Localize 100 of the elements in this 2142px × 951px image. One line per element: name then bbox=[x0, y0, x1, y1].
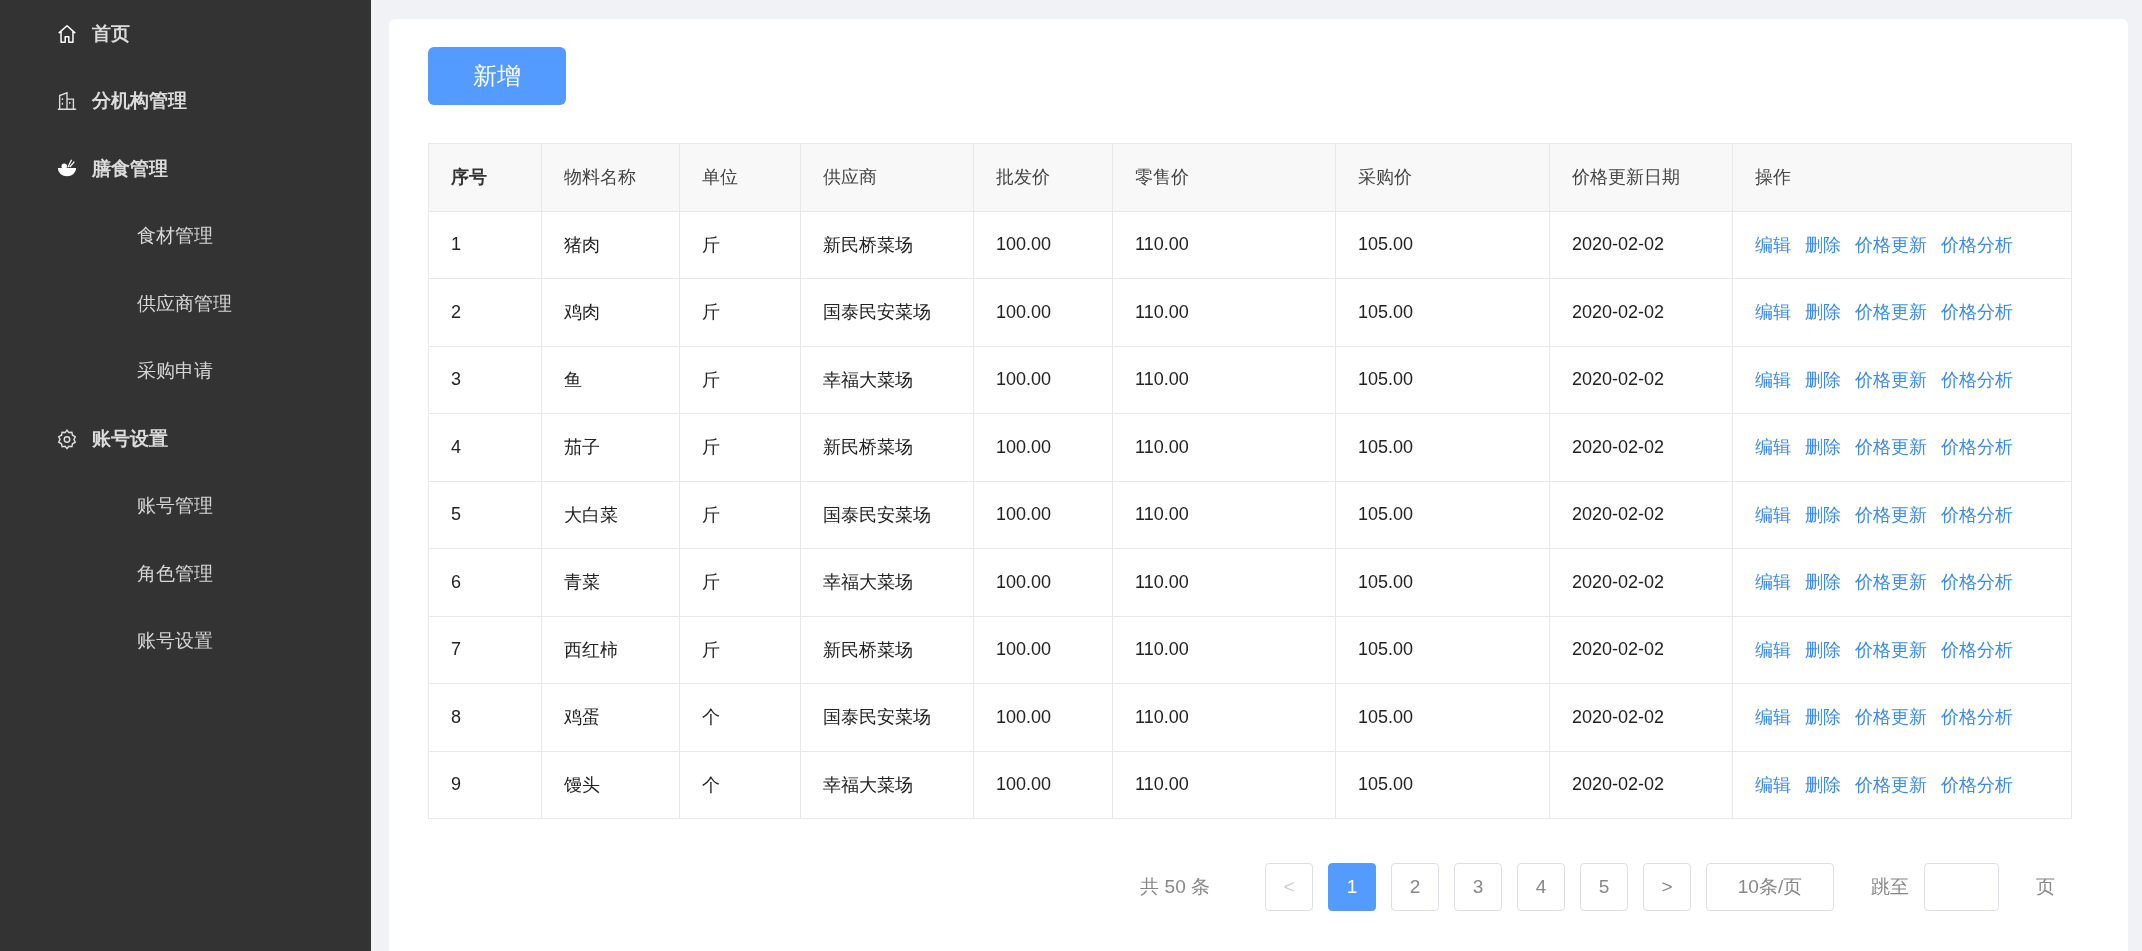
action-link[interactable]: 编辑 bbox=[1755, 367, 1791, 392]
table-cell: 个 bbox=[679, 751, 801, 819]
action-link[interactable]: 价格分析 bbox=[1941, 232, 2013, 257]
table-cell: 110.00 bbox=[1112, 211, 1336, 279]
sidebar-subitem[interactable]: 采购申请 bbox=[0, 337, 371, 405]
action-link[interactable]: 价格更新 bbox=[1855, 570, 1927, 595]
building-icon bbox=[56, 90, 78, 113]
page-button[interactable]: 2 bbox=[1391, 863, 1439, 911]
table-cell: 斤 bbox=[679, 346, 801, 414]
table-cell: 100.00 bbox=[973, 278, 1113, 346]
column-header: 采购价 bbox=[1335, 143, 1550, 211]
page-jump-input[interactable] bbox=[1924, 863, 1999, 911]
sidebar-item[interactable]: 分机构管理 bbox=[0, 67, 371, 135]
jump-label: 跳至 bbox=[1871, 875, 1909, 899]
action-link[interactable]: 编辑 bbox=[1755, 502, 1791, 527]
column-header: 供应商 bbox=[800, 143, 974, 211]
sidebar-subitem[interactable]: 食材管理 bbox=[0, 202, 371, 270]
action-link[interactable]: 删除 bbox=[1805, 502, 1841, 527]
table-cell: 个 bbox=[679, 683, 801, 751]
action-link[interactable]: 价格更新 bbox=[1855, 367, 1927, 392]
action-link[interactable]: 删除 bbox=[1805, 637, 1841, 662]
next-page-button[interactable]: > bbox=[1643, 863, 1691, 911]
table-cell: 幸福大菜场 bbox=[800, 346, 974, 414]
action-link[interactable]: 价格更新 bbox=[1855, 772, 1927, 797]
page-size-select[interactable]: 10条/页 bbox=[1706, 863, 1834, 911]
page-button[interactable]: 1 bbox=[1328, 863, 1376, 911]
page-button[interactable]: 5 bbox=[1580, 863, 1628, 911]
table-cell: 斤 bbox=[679, 616, 801, 684]
sidebar-subitem[interactable]: 供应商管理 bbox=[0, 270, 371, 338]
table-cell: 105.00 bbox=[1335, 413, 1550, 481]
table-cell: 100.00 bbox=[973, 413, 1113, 481]
action-link[interactable]: 价格更新 bbox=[1855, 435, 1927, 460]
add-button[interactable]: 新增 bbox=[428, 47, 566, 105]
action-link[interactable]: 编辑 bbox=[1755, 435, 1791, 460]
action-link[interactable]: 价格分析 bbox=[1941, 367, 2013, 392]
table-cell: 100.00 bbox=[973, 346, 1113, 414]
action-link[interactable]: 删除 bbox=[1805, 772, 1841, 797]
table-cell: 大白菜 bbox=[541, 481, 680, 549]
table-cell: 鸡肉 bbox=[541, 278, 680, 346]
page-button[interactable]: 4 bbox=[1517, 863, 1565, 911]
action-link[interactable]: 价格分析 bbox=[1941, 570, 2013, 595]
table-cell: 国泰民安菜场 bbox=[800, 683, 974, 751]
table-cell: 2020-02-02 bbox=[1549, 683, 1733, 751]
action-link[interactable]: 价格分析 bbox=[1941, 435, 2013, 460]
action-link[interactable]: 删除 bbox=[1805, 300, 1841, 325]
table-cell: 110.00 bbox=[1112, 751, 1336, 819]
table-cell: 新民桥菜场 bbox=[800, 211, 974, 279]
action-link[interactable]: 价格分析 bbox=[1941, 637, 2013, 662]
action-link[interactable]: 价格更新 bbox=[1855, 300, 1927, 325]
action-link[interactable]: 编辑 bbox=[1755, 772, 1791, 797]
table-cell: 新民桥菜场 bbox=[800, 616, 974, 684]
action-link[interactable]: 删除 bbox=[1805, 367, 1841, 392]
action-link[interactable]: 价格更新 bbox=[1855, 637, 1927, 662]
table-cell: 2020-02-02 bbox=[1549, 413, 1733, 481]
table-cell: 馒头 bbox=[541, 751, 680, 819]
column-header: 操作 bbox=[1732, 143, 2072, 211]
sidebar-subitem[interactable]: 账号管理 bbox=[0, 472, 371, 540]
sidebar-item[interactable]: 首页 bbox=[0, 0, 371, 68]
table-cell: 105.00 bbox=[1335, 751, 1550, 819]
table-cell: 110.00 bbox=[1112, 278, 1336, 346]
sidebar-subitem[interactable]: 账号设置 bbox=[0, 607, 371, 675]
table-cell: 国泰民安菜场 bbox=[800, 481, 974, 549]
action-link[interactable]: 价格分析 bbox=[1941, 705, 2013, 730]
action-link[interactable]: 价格更新 bbox=[1855, 705, 1927, 730]
table-cell: 105.00 bbox=[1335, 211, 1550, 279]
page-suffix: 页 bbox=[2036, 875, 2055, 899]
table-cell: 110.00 bbox=[1112, 548, 1336, 616]
table-cell: 100.00 bbox=[973, 481, 1113, 549]
action-link[interactable]: 编辑 bbox=[1755, 705, 1791, 730]
table-cell: 110.00 bbox=[1112, 413, 1336, 481]
action-link[interactable]: 价格更新 bbox=[1855, 232, 1927, 257]
column-header: 物料名称 bbox=[541, 143, 680, 211]
table-cell: 1 bbox=[428, 211, 542, 279]
action-link[interactable]: 编辑 bbox=[1755, 637, 1791, 662]
table-cell: 6 bbox=[428, 548, 542, 616]
table-cell: 100.00 bbox=[973, 616, 1113, 684]
action-link[interactable]: 编辑 bbox=[1755, 570, 1791, 595]
action-link[interactable]: 删除 bbox=[1805, 705, 1841, 730]
table-cell: 2020-02-02 bbox=[1549, 346, 1733, 414]
table-cell: 7 bbox=[428, 616, 542, 684]
action-link[interactable]: 删除 bbox=[1805, 232, 1841, 257]
table-cell: 新民桥菜场 bbox=[800, 413, 974, 481]
action-link[interactable]: 价格分析 bbox=[1941, 300, 2013, 325]
action-link[interactable]: 价格更新 bbox=[1855, 502, 1927, 527]
page-button[interactable]: 3 bbox=[1454, 863, 1502, 911]
table-cell: 3 bbox=[428, 346, 542, 414]
sidebar-item[interactable]: 膳食管理 bbox=[0, 135, 371, 203]
table-cell: 2020-02-02 bbox=[1549, 751, 1733, 819]
table-cell: 2020-02-02 bbox=[1549, 481, 1733, 549]
sidebar-item[interactable]: 账号设置 bbox=[0, 405, 371, 473]
action-link[interactable]: 删除 bbox=[1805, 435, 1841, 460]
action-link[interactable]: 编辑 bbox=[1755, 300, 1791, 325]
home-icon bbox=[56, 22, 78, 45]
sidebar-subitem[interactable]: 角色管理 bbox=[0, 540, 371, 608]
action-link[interactable]: 编辑 bbox=[1755, 232, 1791, 257]
action-link[interactable]: 价格分析 bbox=[1941, 502, 2013, 527]
table-cell: 9 bbox=[428, 751, 542, 819]
action-link[interactable]: 删除 bbox=[1805, 570, 1841, 595]
table-cell: 105.00 bbox=[1335, 548, 1550, 616]
action-link[interactable]: 价格分析 bbox=[1941, 772, 2013, 797]
